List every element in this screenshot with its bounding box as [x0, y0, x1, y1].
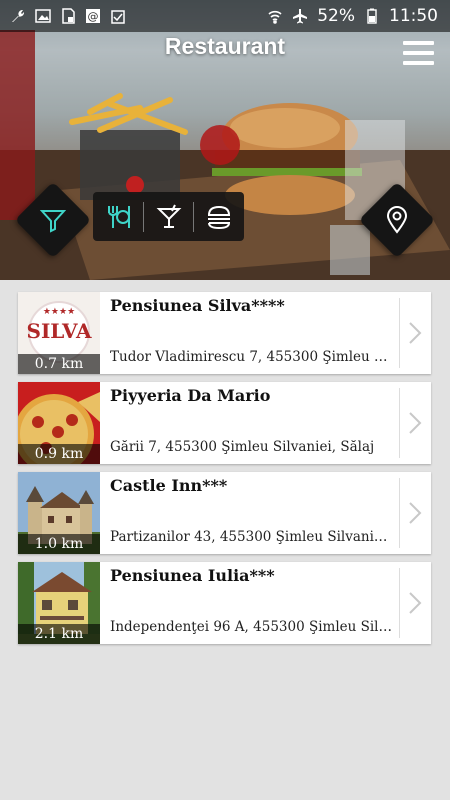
- sd-card-icon: [60, 8, 76, 24]
- image-icon: [35, 8, 51, 24]
- place-name: Pensiunea Iulia***: [110, 566, 275, 585]
- svg-text:@: @: [88, 10, 99, 23]
- location-button[interactable]: [358, 181, 436, 259]
- list-item[interactable]: 2.1 km Pensiunea Iulia*** Independenţei …: [18, 562, 431, 644]
- place-address: Tudor Vladimirescu 7, 455300 Şimleu Silv…: [110, 349, 395, 365]
- page-title: Restaurant: [164, 33, 286, 59]
- checklist-icon: [110, 8, 126, 24]
- category-restaurant-tab[interactable]: [93, 192, 143, 241]
- filter-funnel-icon: [40, 210, 66, 233]
- hero-banner: Restaurant: [0, 0, 450, 280]
- category-fastfood-tab[interactable]: [194, 192, 244, 241]
- svg-text:SILVA: SILVA: [27, 319, 92, 343]
- status-bar: @ 52% 11:50: [0, 0, 450, 32]
- list-item[interactable]: 1.0 km Castle Inn*** Partizanilor 43, 45…: [18, 472, 431, 554]
- burger-icon: [208, 205, 231, 229]
- distance-label: 2.1 km: [18, 624, 100, 644]
- place-address: Gării 7, 455300 Şimleu Silvaniei, Sălaj: [110, 439, 375, 455]
- chevron-right-icon: [409, 502, 422, 524]
- chevron-right-icon: [409, 322, 422, 344]
- battery-percent: 52%: [317, 6, 355, 26]
- svg-text:★★★★: ★★★★: [43, 306, 75, 316]
- chevron-right-icon: [409, 412, 422, 434]
- distance-label: 0.7 km: [18, 354, 100, 374]
- place-address: Partizanilor 43, 455300 Şimleu Silvaniei…: [110, 529, 395, 545]
- place-name: Pensiunea Silva****: [110, 296, 285, 315]
- distance-label: 1.0 km: [18, 534, 100, 554]
- chevron-right-icon: [409, 592, 422, 614]
- places-list: SILVA ★★★★ 0.7 km Pensiunea Silva**** Tu…: [18, 292, 431, 652]
- wifi-icon: [267, 8, 283, 24]
- category-bar-tab[interactable]: [144, 192, 194, 241]
- clock: 11:50: [389, 6, 438, 26]
- category-bar: [93, 192, 244, 241]
- distance-label: 0.9 km: [18, 444, 100, 464]
- list-item[interactable]: SILVA ★★★★ 0.7 km Pensiunea Silva**** Tu…: [18, 292, 431, 374]
- wrench-icon: [10, 8, 26, 24]
- filter-button[interactable]: [14, 181, 92, 259]
- place-address: Independenţei 96 A, 455300 Şimleu Silvan…: [110, 619, 395, 635]
- place-name: Piyyeria Da Mario: [110, 386, 271, 405]
- cocktail-icon: [156, 204, 181, 228]
- battery-icon: [364, 8, 380, 24]
- list-item[interactable]: 0.9 km Piyyeria Da Mario Gării 7, 455300…: [18, 382, 431, 464]
- map-pin-icon: [386, 206, 408, 234]
- mail-at-icon: @: [85, 8, 101, 24]
- airplane-icon: [292, 8, 308, 24]
- place-name: Castle Inn***: [110, 476, 228, 495]
- hamburger-menu-icon[interactable]: [403, 41, 434, 67]
- fork-knife-icon: [107, 205, 130, 228]
